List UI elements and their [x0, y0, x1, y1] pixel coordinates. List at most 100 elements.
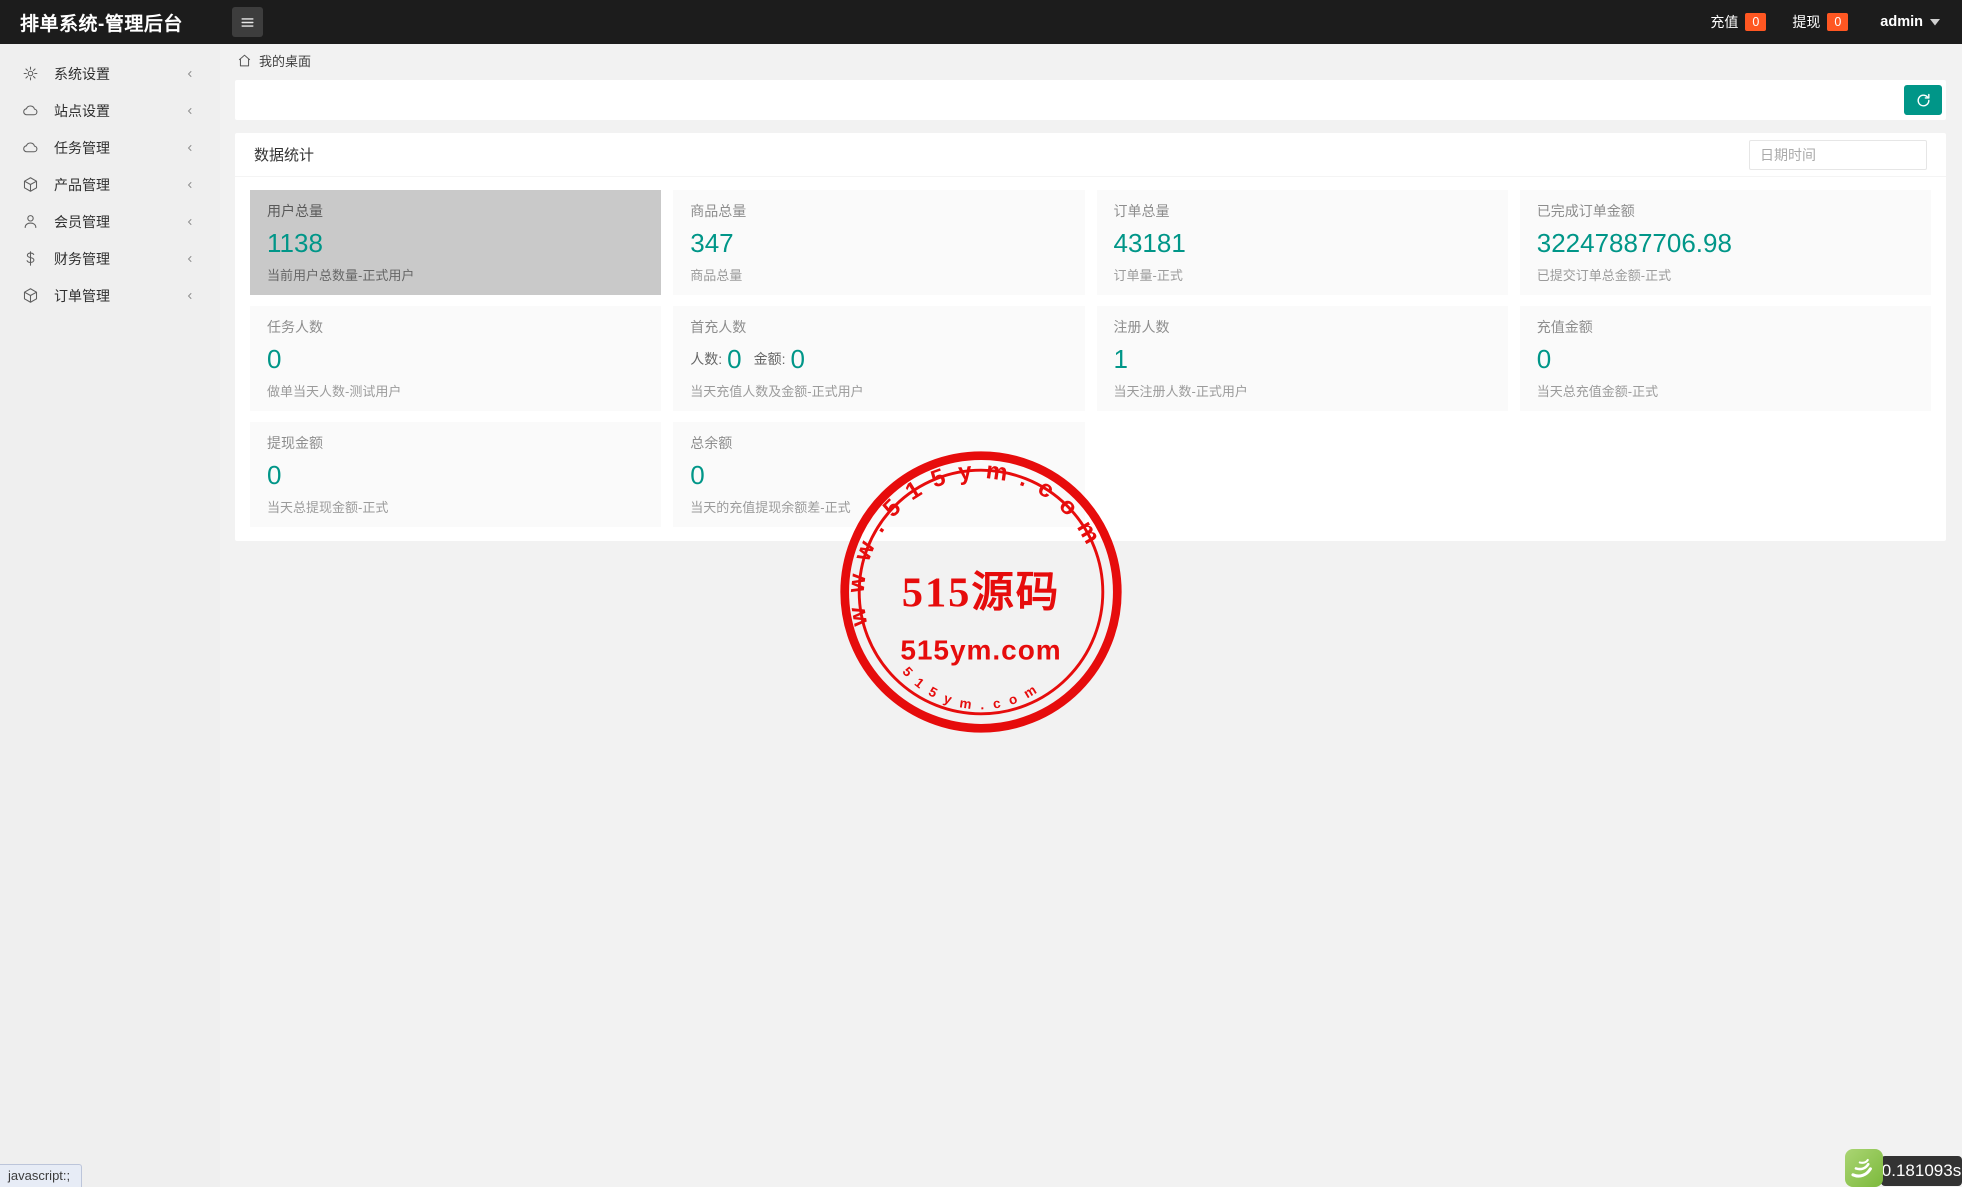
- pair-key: 人数:: [690, 349, 722, 369]
- refresh-button[interactable]: [1904, 85, 1942, 115]
- chevron-left-icon: [184, 253, 196, 265]
- pair-value: 0: [791, 346, 805, 372]
- card-label: 总余额: [690, 433, 1067, 453]
- card-value: 0: [267, 462, 644, 488]
- topbar: 排单系统-管理后台 充值 0 提现 0 admin: [0, 0, 1962, 44]
- hamburger-icon: [239, 14, 256, 31]
- card-value: 1: [1114, 346, 1491, 372]
- card-desc: 当天总充值金额-正式: [1537, 381, 1914, 400]
- gear-icon: [22, 65, 39, 82]
- stat-card-withdraw-amount[interactable]: 提现金额 0 当天总提现金额-正式: [250, 422, 661, 527]
- stat-card-task-users[interactable]: 任务人数 0 做单当天人数-测试用户: [250, 306, 661, 411]
- card-desc: 当天充值人数及金额-正式用户: [690, 381, 1067, 400]
- card-desc: 做单当天人数-测试用户: [267, 381, 644, 400]
- sidebar-item-site-settings[interactable]: 站点设置: [0, 92, 220, 129]
- card-desc: 商品总量: [690, 265, 1067, 284]
- home-icon[interactable]: [237, 53, 252, 68]
- page-load-time: 0.181093s: [1881, 1156, 1962, 1186]
- cube-icon: [22, 176, 39, 193]
- card-value: 43181: [1114, 230, 1491, 256]
- card-desc: 当前用户总数量-正式用户: [267, 265, 644, 284]
- username: admin: [1880, 14, 1923, 30]
- sidebar: 系统设置 站点设置 任务管理 产品管理 会员管理 财务管理: [0, 44, 220, 1187]
- chevron-left-icon: [184, 68, 196, 80]
- stat-card-total-users[interactable]: 用户总量 1138 当前用户总数量-正式用户: [250, 190, 661, 295]
- card-desc: 当天的充值提现余额差-正式: [690, 497, 1067, 516]
- pair-key: 金额:: [754, 349, 786, 369]
- link-preview-tooltip: javascript:;: [0, 1164, 82, 1187]
- sidebar-item-order-management[interactable]: 订单管理: [0, 277, 220, 314]
- date-filter-input[interactable]: [1749, 140, 1927, 170]
- stat-card-total-balance[interactable]: 总余额 0 当天的充值提现余额差-正式: [673, 422, 1084, 527]
- stat-card-completed-order-amount[interactable]: 已完成订单金额 32247887706.98 已提交订单总金额-正式: [1520, 190, 1931, 295]
- card-desc: 已提交订单总金额-正式: [1537, 265, 1914, 284]
- stat-card-registered-users[interactable]: 注册人数 1 当天注册人数-正式用户: [1097, 306, 1508, 411]
- card-desc: 当天注册人数-正式用户: [1114, 381, 1491, 400]
- withdraw-link[interactable]: 提现: [1792, 12, 1820, 32]
- topbar-actions: 充值 0 提现 0 admin: [1710, 12, 1962, 32]
- sidebar-item-label: 会员管理: [54, 212, 110, 232]
- app-title: 排单系统-管理后台: [0, 9, 183, 36]
- stamp-domain-text: 515ym.com: [900, 635, 1061, 666]
- caret-down-icon: [1930, 14, 1940, 30]
- tab-toolbar: [235, 80, 1946, 120]
- card-value: 347: [690, 230, 1067, 256]
- breadcrumb-label: 我的桌面: [259, 51, 311, 70]
- chevron-left-icon: [184, 216, 196, 228]
- sidebar-item-product-management[interactable]: 产品管理: [0, 166, 220, 203]
- user-menu[interactable]: admin: [1880, 14, 1940, 30]
- card-label: 商品总量: [690, 201, 1067, 221]
- card-value: 1138: [267, 230, 644, 256]
- chevron-left-icon: [184, 179, 196, 191]
- thinkphp-logo-icon[interactable]: [1845, 1149, 1883, 1187]
- card-label: 订单总量: [1114, 201, 1491, 221]
- cloud-icon: [22, 139, 39, 156]
- sidebar-item-label: 站点设置: [54, 101, 110, 121]
- card-label: 用户总量: [267, 201, 644, 221]
- stats-panel: 数据统计 用户总量 1138 当前用户总数量-正式用户 商品总量 347 商品总…: [235, 133, 1946, 541]
- stats-title: 数据统计: [254, 144, 314, 165]
- withdraw-count-badge[interactable]: 0: [1827, 13, 1848, 32]
- stat-card-recharge-amount[interactable]: 充值金额 0 当天总充值金额-正式: [1520, 306, 1931, 411]
- chevron-left-icon: [184, 142, 196, 154]
- sidebar-item-label: 财务管理: [54, 249, 110, 269]
- stamp-arc-bottom-text: 5 1 5 y m . c o m: [900, 664, 1042, 712]
- card-desc: 订单量-正式: [1114, 265, 1491, 284]
- recharge-count-badge[interactable]: 0: [1745, 13, 1766, 32]
- stamp-center-text: 515源码: [902, 570, 1060, 617]
- card-label: 已完成订单金额: [1537, 201, 1914, 221]
- card-label: 首充人数: [690, 317, 1067, 337]
- card-label: 注册人数: [1114, 317, 1491, 337]
- stats-header: 数据统计: [235, 133, 1946, 177]
- sidebar-item-member-management[interactable]: 会员管理: [0, 203, 220, 240]
- card-value-pair: 人数: 0 金额: 0: [690, 346, 1067, 372]
- sidebar-toggle-button[interactable]: [232, 7, 263, 37]
- stat-card-first-recharge[interactable]: 首充人数 人数: 0 金额: 0 当天充值人数及金额-正式用户: [673, 306, 1084, 411]
- recharge-link[interactable]: 充值: [1710, 12, 1738, 32]
- card-label: 提现金额: [267, 433, 644, 453]
- stat-card-total-products[interactable]: 商品总量 347 商品总量: [673, 190, 1084, 295]
- dollar-icon: [22, 250, 39, 267]
- chevron-left-icon: [184, 290, 196, 302]
- card-label: 任务人数: [267, 317, 644, 337]
- cube-icon: [22, 287, 39, 304]
- sidebar-item-system-settings[interactable]: 系统设置: [0, 55, 220, 92]
- card-label: 充值金额: [1537, 317, 1914, 337]
- chevron-left-icon: [184, 105, 196, 117]
- sidebar-item-label: 系统设置: [54, 64, 110, 84]
- user-icon: [22, 213, 39, 230]
- cloud-icon: [22, 102, 39, 119]
- card-value: 0: [267, 346, 644, 372]
- card-value: 0: [690, 462, 1067, 488]
- stat-card-total-orders[interactable]: 订单总量 43181 订单量-正式: [1097, 190, 1508, 295]
- pair-value: 0: [727, 346, 741, 372]
- refresh-icon: [1915, 92, 1932, 109]
- svg-text:5 1 5 y m . c o m: 5 1 5 y m . c o m: [900, 664, 1042, 712]
- sidebar-item-finance-management[interactable]: 财务管理: [0, 240, 220, 277]
- sidebar-item-task-management[interactable]: 任务管理: [0, 129, 220, 166]
- card-value: 32247887706.98: [1537, 230, 1914, 256]
- sidebar-item-label: 任务管理: [54, 138, 110, 158]
- sidebar-item-label: 订单管理: [54, 286, 110, 306]
- sidebar-item-label: 产品管理: [54, 175, 110, 195]
- breadcrumb: 我的桌面: [220, 44, 1962, 77]
